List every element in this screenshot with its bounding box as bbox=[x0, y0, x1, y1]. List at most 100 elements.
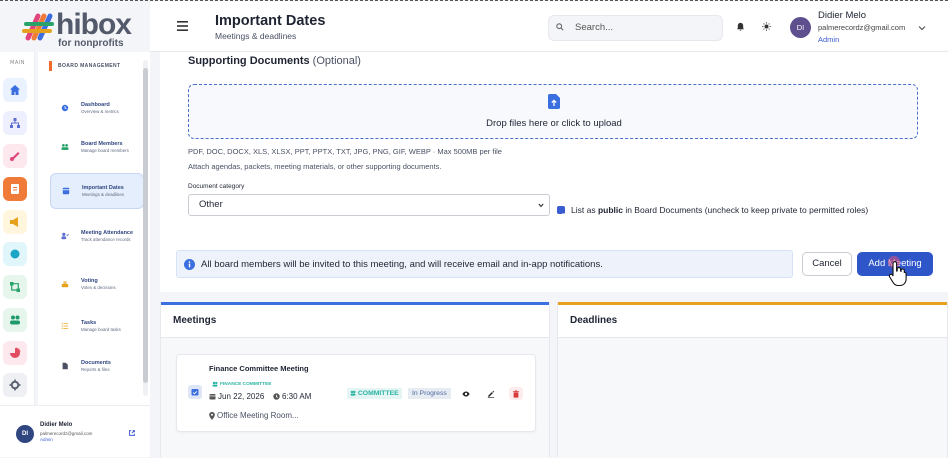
menu-item-tasks[interactable]: Tasks Manage board tasks bbox=[50, 308, 144, 344]
meeting-date: Jun 22, 2026 bbox=[218, 392, 265, 401]
document-category-select[interactable]: Other bbox=[188, 194, 550, 216]
public-checkbox-label[interactable]: List as public in Board Documents (unche… bbox=[571, 205, 868, 215]
trash-icon bbox=[512, 389, 520, 398]
menu-toggle-icon[interactable] bbox=[177, 21, 188, 31]
menu-item-meeting-attendance[interactable]: Meeting Attendance Track attendance recor… bbox=[50, 218, 144, 254]
dashboard-icon bbox=[61, 104, 69, 112]
rail-button-calendar[interactable] bbox=[3, 177, 27, 201]
people-icon bbox=[61, 144, 69, 151]
flow-icon bbox=[10, 282, 20, 292]
theme-toggle-icon[interactable] bbox=[762, 22, 771, 31]
user-avatar[interactable]: DI bbox=[790, 17, 811, 38]
menu-item-title: Tasks bbox=[81, 319, 97, 326]
rail-button-people[interactable] bbox=[3, 308, 27, 332]
meeting-form: Supporting Documents (Optional) Drop fil… bbox=[160, 52, 948, 292]
rail-button-flask[interactable] bbox=[3, 144, 27, 168]
rail-section-label: MAIN bbox=[10, 60, 25, 66]
checkmark-icon bbox=[558, 212, 564, 218]
meetings-panel-accent bbox=[161, 302, 549, 305]
logo-mark-icon bbox=[22, 13, 54, 41]
eye-icon bbox=[462, 390, 470, 397]
header-user-email: palmerecordz@gmail.com bbox=[818, 23, 906, 32]
meeting-category-tag: FINANCE COMMITTEE bbox=[220, 382, 272, 387]
sidebar-menu: BOARD MANAGEMENT Dashboard Overview & met… bbox=[38, 52, 150, 405]
brand-logo[interactable]: hibox for nonprofits bbox=[22, 8, 132, 49]
invite-info-banner: All board members will be invited to thi… bbox=[176, 250, 793, 278]
brand-tagline: for nonprofits bbox=[58, 38, 124, 49]
sidebar-avatar[interactable]: DI bbox=[16, 425, 34, 443]
file-upload-icon bbox=[548, 94, 560, 109]
chevron-down-icon bbox=[538, 203, 544, 208]
pie-chart-icon bbox=[10, 347, 21, 358]
brand-word: hibox bbox=[56, 8, 132, 41]
menu-item-subtitle: Votes & decisions bbox=[81, 284, 116, 290]
page-subtitle: Meetings & deadlines bbox=[215, 31, 297, 41]
chevron-down-icon[interactable] bbox=[918, 25, 926, 31]
vote-icon bbox=[61, 281, 69, 288]
menu-item-documents[interactable]: Documents Reports & files bbox=[50, 348, 144, 384]
meetings-panel-title: Meetings bbox=[173, 315, 217, 326]
gear-icon bbox=[9, 379, 21, 391]
sidebar-scrollbar-thumb[interactable] bbox=[143, 68, 148, 383]
org-chart-icon bbox=[10, 118, 20, 128]
rail-button-circle[interactable] bbox=[3, 242, 27, 266]
file-dropzone[interactable]: Drop files here or click to upload bbox=[188, 84, 918, 139]
sidebar-scrollbar[interactable] bbox=[143, 60, 148, 396]
people-icon bbox=[10, 315, 20, 325]
rail-button-pie-chart[interactable] bbox=[3, 341, 27, 365]
menu-item-title: Meeting Attendance bbox=[81, 229, 134, 236]
sidebar-user-role: Admin bbox=[40, 437, 53, 442]
bell-icon[interactable] bbox=[736, 22, 745, 31]
meeting-location: Office Meeting Room... bbox=[217, 411, 299, 420]
deadlines-panel: Deadlines bbox=[557, 302, 948, 458]
menu-item-subtitle: Manage board tasks bbox=[81, 326, 121, 332]
view-button[interactable] bbox=[459, 387, 473, 400]
external-link-icon[interactable] bbox=[128, 429, 136, 437]
menu-item-title: Voting bbox=[81, 277, 98, 284]
menu-item-title: Documents bbox=[81, 359, 111, 366]
calendar-icon bbox=[11, 184, 19, 194]
meeting-card[interactable]: Finance Committee Meeting FINANCE COMMIT… bbox=[176, 354, 536, 432]
rail-button-org-chart[interactable] bbox=[3, 111, 27, 135]
document-category-label: Document category bbox=[188, 183, 245, 190]
rail-button-home[interactable] bbox=[3, 78, 27, 102]
menu-item-text: Voting Votes & decisions bbox=[81, 278, 116, 290]
meetings-panel: Meetings Finance Committee Meeting FINAN… bbox=[160, 302, 550, 458]
menu-item-icon-wrap bbox=[58, 143, 72, 151]
menu-item-dashboard[interactable]: Dashboard Overview & metrics bbox=[50, 90, 144, 126]
meeting-type-icon bbox=[188, 385, 202, 399]
top-header: Important Dates Meetings & deadlines Sea… bbox=[150, 1, 948, 52]
menu-item-title: Dashboard bbox=[81, 101, 110, 108]
menu-item-voting[interactable]: Voting Votes & decisions bbox=[50, 266, 144, 302]
menu-item-text: Meeting Attendance Track attendance recor… bbox=[81, 230, 133, 242]
public-label-pre: List as bbox=[571, 205, 598, 215]
delete-button[interactable] bbox=[509, 387, 523, 400]
clock-icon bbox=[273, 393, 280, 400]
header-user-role: Admin bbox=[818, 35, 840, 44]
menu-item-text: Important Dates Meetings & deadlines bbox=[82, 185, 124, 197]
edit-button[interactable] bbox=[484, 387, 498, 400]
menu-item-subtitle: Meetings & deadlines bbox=[82, 191, 124, 197]
menu-item-important-dates[interactable]: Important Dates Meetings & deadlines bbox=[50, 173, 144, 209]
hand-cursor-icon bbox=[888, 261, 907, 287]
menu-item-icon-wrap bbox=[58, 232, 72, 240]
menu-item-board-members[interactable]: Board Members Manage board members bbox=[50, 129, 144, 165]
supporting-docs-title: Supporting Documents (Optional) bbox=[188, 55, 361, 67]
sidebar-user: DI Didier Melo palmerecordz@gmail.com Ad… bbox=[0, 405, 150, 457]
search-input[interactable]: Search... bbox=[548, 15, 723, 41]
menu-item-subtitle: Overview & metrics bbox=[81, 108, 119, 114]
meeting-title[interactable]: Finance Committee Meeting bbox=[209, 364, 309, 373]
header-user-name[interactable]: Didier Melo bbox=[818, 10, 866, 21]
menu-item-text: Tasks Manage board tasks bbox=[81, 320, 121, 332]
info-icon bbox=[184, 259, 195, 270]
cancel-button[interactable]: Cancel bbox=[802, 252, 852, 276]
rail-button-flow[interactable] bbox=[3, 275, 27, 299]
menu-item-text: Documents Reports & files bbox=[81, 360, 111, 372]
icon-rail: MAIN bbox=[0, 52, 35, 405]
menu-item-icon-wrap bbox=[58, 280, 72, 288]
rail-button-megaphone[interactable] bbox=[3, 210, 27, 234]
people-icon bbox=[350, 390, 356, 396]
meeting-time: 6:30 AM bbox=[282, 392, 312, 401]
public-checkbox[interactable] bbox=[557, 206, 565, 218]
rail-button-gear[interactable] bbox=[3, 373, 27, 397]
